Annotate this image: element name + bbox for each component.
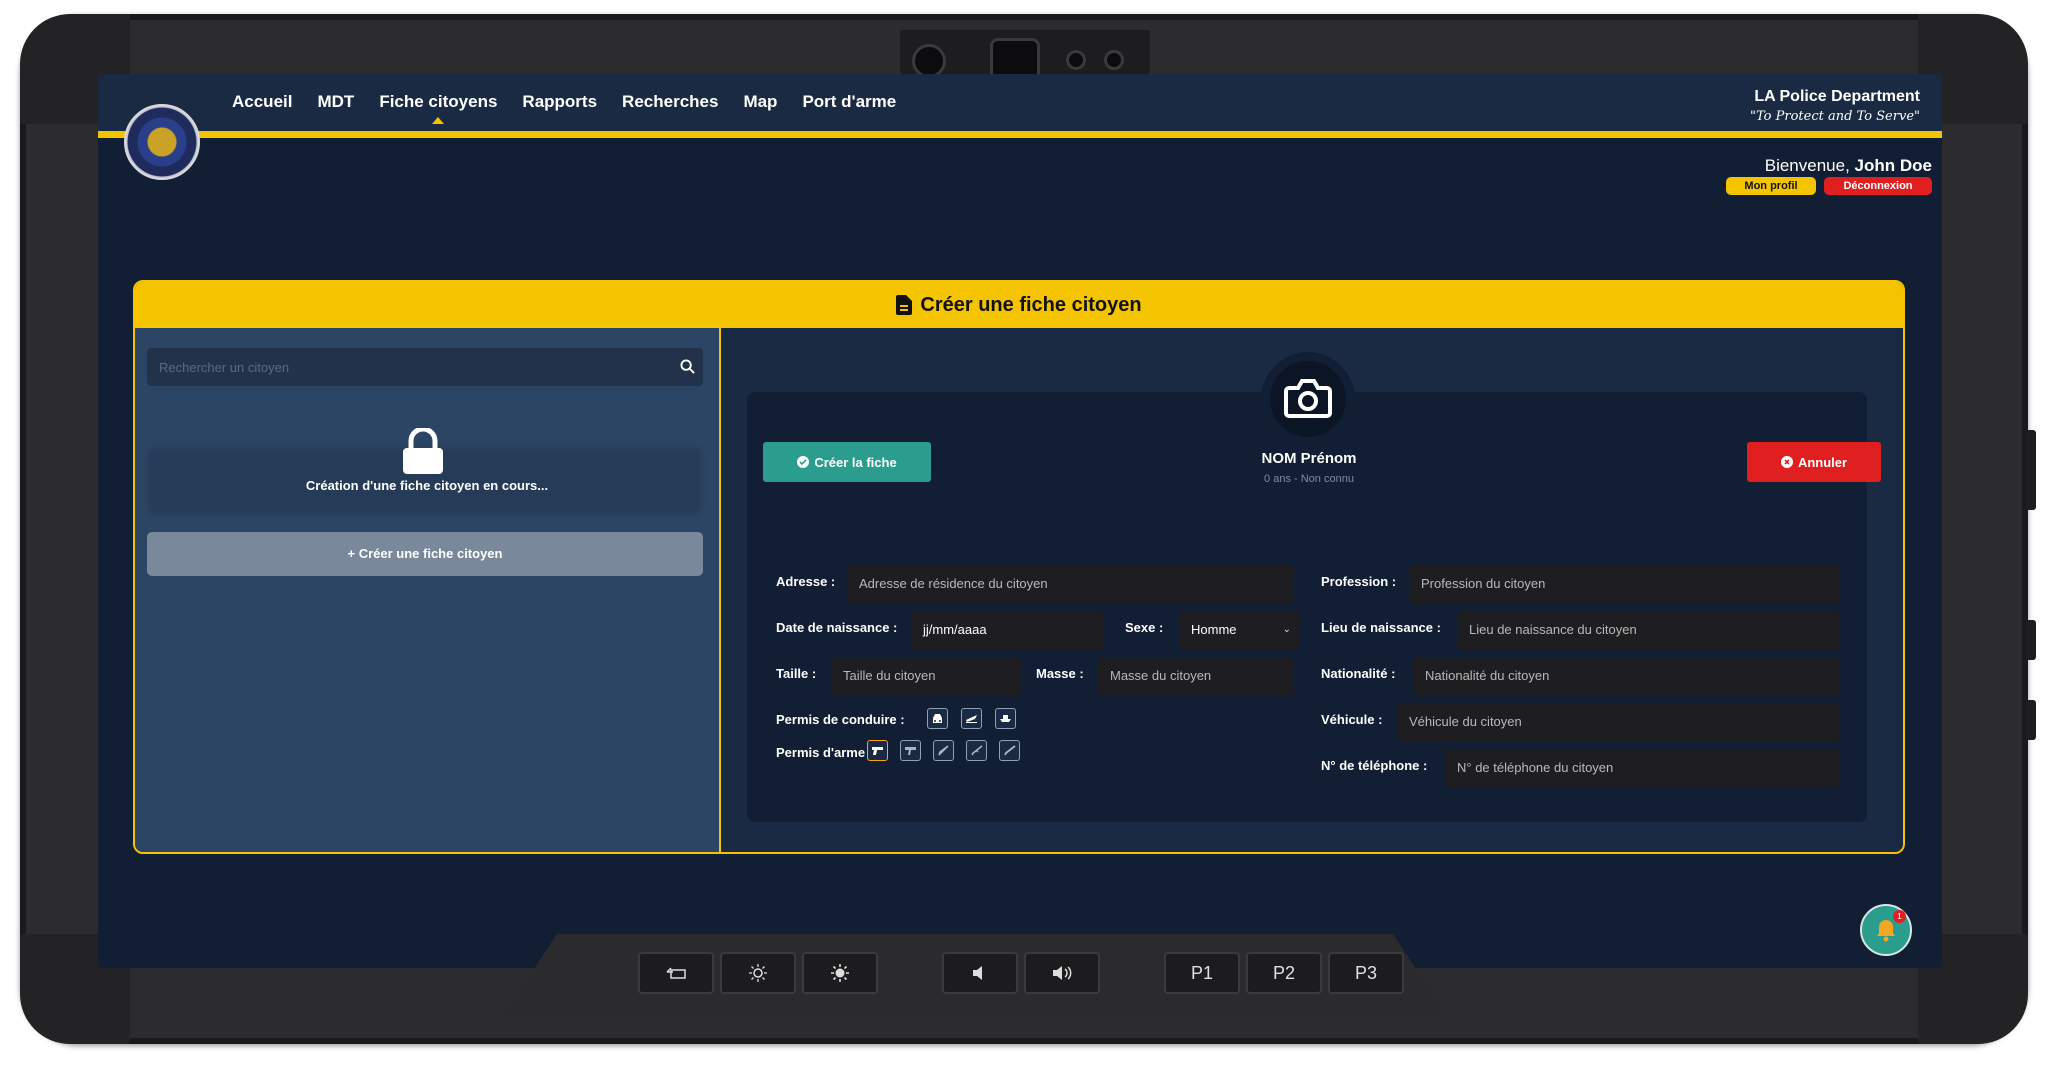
sexe-select[interactable]: Homme ⌄ (1179, 611, 1299, 649)
profession-label: Profession : (1321, 574, 1397, 589)
brand-name: LA Police Department (1754, 88, 1920, 105)
document-icon (896, 295, 913, 315)
logout-button[interactable]: Déconnexion (1824, 177, 1932, 195)
back-icon[interactable] (638, 952, 714, 994)
volume-up-icon[interactable] (1024, 952, 1100, 994)
navbar-accent-line (98, 131, 1942, 138)
notification-button[interactable]: 1 (1860, 904, 1912, 956)
plane-icon[interactable] (961, 708, 982, 729)
citizen-search-input[interactable] (147, 348, 703, 386)
date-naissance-input[interactable]: jj/mm/aaaa (911, 611, 1103, 649)
boat-icon[interactable] (995, 708, 1016, 729)
brand-motto: "To Protect and To Serve" (1750, 109, 1920, 124)
vehicule-label: Véhicule : (1321, 712, 1383, 727)
photo-inner (1270, 361, 1346, 437)
chevron-down-icon: ⌄ (1282, 624, 1291, 635)
nav-fiche-citoyens[interactable]: Fiche citoyens (379, 92, 497, 124)
masse-input[interactable]: Masse du citoyen (1098, 657, 1294, 695)
side-button (2026, 430, 2036, 510)
knife-icon[interactable] (933, 740, 954, 761)
welcome-greeting: Bienvenue, (1764, 156, 1850, 175)
citizen-search-box (147, 348, 703, 386)
brightness-down-icon[interactable] (720, 952, 796, 994)
nav-map[interactable]: Map (743, 92, 777, 112)
telephone-label: N° de téléphone : (1321, 758, 1428, 773)
profile-button[interactable]: Mon profil (1726, 177, 1816, 195)
taille-input[interactable]: Taille du citoyen (831, 657, 1021, 695)
side-button (2026, 700, 2036, 740)
create-citizen-card: Créer une fiche citoyen Création d'une f… (133, 280, 1905, 854)
smg-icon[interactable] (900, 740, 921, 761)
nav-mdt[interactable]: MDT (317, 92, 354, 112)
sensor-icon (1104, 50, 1124, 70)
nav-recherches[interactable]: Recherches (622, 92, 718, 112)
user-name: John Doe (1854, 156, 1932, 175)
nav-rapports[interactable]: Rapports (522, 92, 597, 112)
adresse-label: Adresse : (776, 574, 836, 589)
photo-upload[interactable] (1261, 352, 1355, 446)
sensor-icon (1066, 50, 1086, 70)
lock-icon (403, 428, 443, 474)
create-citizen-button[interactable]: + Créer une fiche citoyen (147, 532, 703, 576)
lock-message: Création d'une fiche citoyen en cours... (305, 478, 549, 493)
permis-arme-label: Permis d'arme : (776, 745, 874, 760)
lieu-naissance-label: Lieu de naissance : (1321, 620, 1441, 635)
nationalite-input[interactable]: Nationalité du citoyen (1413, 657, 1839, 695)
preset-p2-button[interactable]: P2 (1246, 952, 1322, 994)
tablet-screen: Accueil MDT Fiche citoyens Rapports Rech… (98, 74, 1942, 968)
telephone-input[interactable]: N° de téléphone du citoyen (1445, 749, 1839, 787)
citizen-age-info: 0 ans - Non connu (1264, 473, 1354, 485)
nav-accueil[interactable]: Accueil (232, 92, 292, 112)
close-circle-icon (1780, 456, 1793, 468)
cancel-button[interactable]: Annuler (1747, 442, 1881, 482)
side-button (2026, 620, 2036, 660)
camera-icon (1284, 379, 1332, 418)
pistol-icon[interactable] (867, 740, 888, 761)
bell-icon (1877, 920, 1895, 942)
camera-lens-icon (912, 44, 946, 78)
nationalite-label: Nationalité : (1321, 666, 1396, 681)
shotgun-icon[interactable] (999, 740, 1020, 761)
create-record-button[interactable]: Créer la fiche (763, 442, 931, 482)
card-title: Créer une fiche citoyen (920, 293, 1142, 316)
volume-down-icon[interactable] (942, 952, 1018, 994)
check-circle-icon (797, 456, 810, 468)
adresse-input[interactable]: Adresse de résidence du citoyen (847, 565, 1293, 603)
permis-conduire-label: Permis de conduire : (776, 712, 905, 727)
taille-label: Taille : (776, 666, 817, 681)
masse-label: Masse : (1036, 666, 1084, 681)
notification-badge: 1 (1893, 910, 1906, 923)
date-naissance-label: Date de naissance : (776, 620, 898, 635)
preset-p3-button[interactable]: P3 (1328, 952, 1404, 994)
citizen-form-pane: Créer la fiche NOM Prénom 0 ans - Non co… (721, 328, 1903, 852)
lieu-naissance-input[interactable]: Lieu de naissance du citoyen (1457, 611, 1839, 649)
search-icon[interactable] (680, 359, 695, 374)
citizen-name: NOM Prénom (1261, 450, 1357, 467)
cancel-label: Annuler (1797, 454, 1848, 470)
profession-input[interactable]: Profession du citoyen (1409, 565, 1839, 603)
police-badge-logo (124, 104, 200, 180)
rifle-icon[interactable] (966, 740, 987, 761)
welcome-text: Bienvenue, John Doe (1765, 156, 1932, 176)
car-icon[interactable] (927, 708, 948, 729)
main-nav: Accueil MDT Fiche citoyens Rapports Rech… (232, 92, 896, 124)
brightness-up-icon[interactable] (802, 952, 878, 994)
citizen-list-pane: Création d'une fiche citoyen en cours...… (135, 328, 719, 852)
vehicule-input[interactable]: Véhicule du citoyen (1397, 703, 1839, 741)
sexe-value: Homme (1191, 622, 1237, 637)
nav-port-arme[interactable]: Port d'arme (802, 92, 896, 112)
card-header: Créer une fiche citoyen (135, 282, 1903, 328)
sexe-label: Sexe : (1125, 620, 1164, 635)
preset-p1-button[interactable]: P1 (1164, 952, 1240, 994)
create-record-label: Créer la fiche (814, 454, 897, 470)
